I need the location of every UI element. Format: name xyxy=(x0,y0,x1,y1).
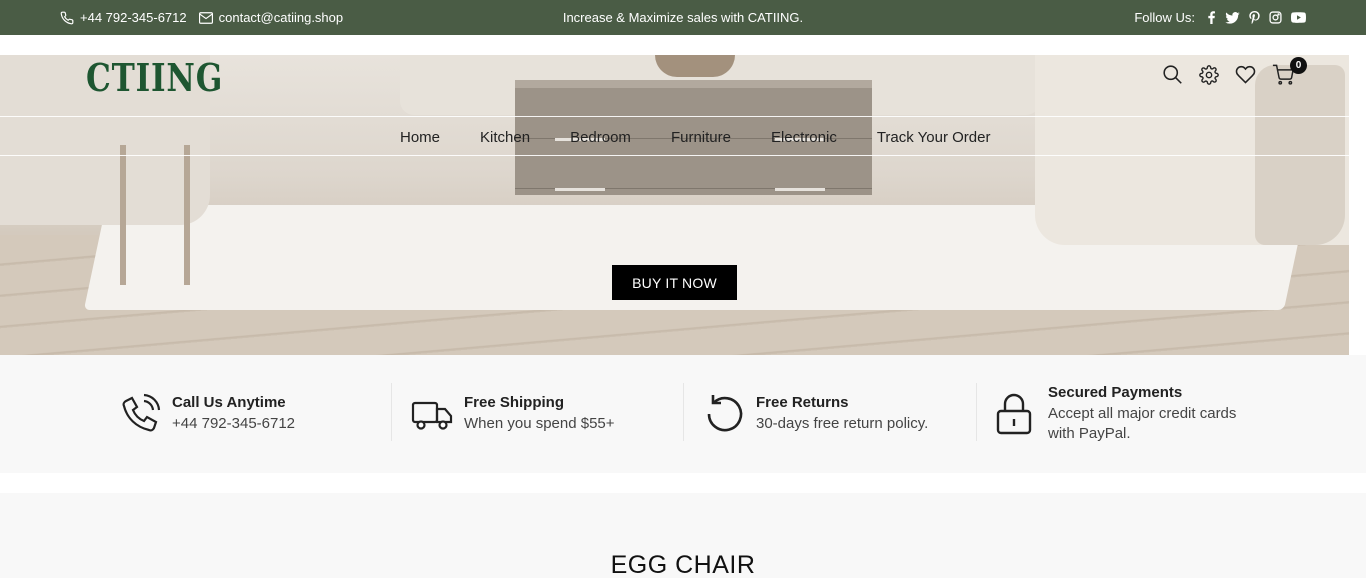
cart-count-badge: 0 xyxy=(1290,57,1307,74)
pinterest-icon[interactable] xyxy=(1249,11,1260,24)
header-actions: 0 xyxy=(1162,57,1307,90)
instagram-icon[interactable] xyxy=(1269,11,1282,24)
feature-desc: 30-days free return policy. xyxy=(756,415,929,432)
youtube-icon[interactable] xyxy=(1291,12,1306,23)
email-link[interactable]: contact@catiing.shop xyxy=(198,10,344,25)
truck-icon xyxy=(410,392,454,436)
cart-icon xyxy=(1272,64,1294,89)
phone-call-icon xyxy=(118,392,162,436)
top-bar: +44 792-345-6712 contact@catiing.shop In… xyxy=(0,0,1366,35)
buy-it-now-button[interactable]: BUY IT NOW xyxy=(612,265,737,300)
heart-icon[interactable] xyxy=(1235,65,1256,89)
contact-info: +44 792-345-6712 contact@catiing.shop xyxy=(60,0,343,35)
facebook-icon[interactable] xyxy=(1207,11,1216,24)
hero-banner-image xyxy=(0,55,1349,355)
nav-item-track-order[interactable]: Track Your Order xyxy=(877,129,991,146)
promo-text: Increase & Maximize sales with CATIING. xyxy=(562,10,804,25)
main-navigation: Home Kitchen Bedroom Furniture Electroni… xyxy=(0,116,1366,156)
feature-call: Call Us Anytime +44 792-345-6712 xyxy=(118,355,295,473)
mail-icon xyxy=(198,11,213,24)
twitter-icon[interactable] xyxy=(1225,11,1240,24)
features-strip: Call Us Anytime +44 792-345-6712 Free Sh… xyxy=(0,355,1366,473)
phone-text: +44 792-345-6712 xyxy=(80,10,187,25)
feature-desc: +44 792-345-6712 xyxy=(172,415,296,432)
feature-title: Free Shipping xyxy=(464,394,565,411)
return-icon xyxy=(702,392,746,436)
feature-title: Free Returns xyxy=(756,394,849,411)
feature-payments: Secured Payments Accept all major credit… xyxy=(994,355,1248,473)
lock-icon xyxy=(994,392,1038,436)
nav-item-electronic[interactable]: Electronic xyxy=(771,129,837,146)
nav-item-kitchen[interactable]: Kitchen xyxy=(480,129,530,146)
section-title: EGG CHAIR xyxy=(610,551,756,578)
feature-shipping: Free Shipping When you spend $55+ xyxy=(410,355,615,473)
feature-desc: Accept all major credit cards with PayPa… xyxy=(1048,405,1237,442)
site-logo[interactable]: CTIING xyxy=(86,55,223,100)
follow-label: Follow Us: xyxy=(1134,10,1195,25)
nav-item-bedroom[interactable]: Bedroom xyxy=(570,129,631,146)
feature-title: Call Us Anytime xyxy=(172,394,286,411)
nav-item-furniture[interactable]: Furniture xyxy=(671,129,731,146)
phone-link[interactable]: +44 792-345-6712 xyxy=(60,10,187,25)
product-section: EGG CHAIR xyxy=(0,493,1366,578)
feature-title: Secured Payments xyxy=(1048,384,1183,401)
feature-desc: When you spend $55+ xyxy=(464,415,615,432)
nav-item-home[interactable]: Home xyxy=(400,129,440,146)
phone-icon xyxy=(60,11,74,25)
search-icon[interactable] xyxy=(1162,64,1183,90)
feature-returns: Free Returns 30-days free return policy. xyxy=(702,355,928,473)
gear-icon[interactable] xyxy=(1199,64,1219,90)
cart-button[interactable]: 0 xyxy=(1272,57,1307,90)
email-text: contact@catiing.shop xyxy=(218,10,344,25)
